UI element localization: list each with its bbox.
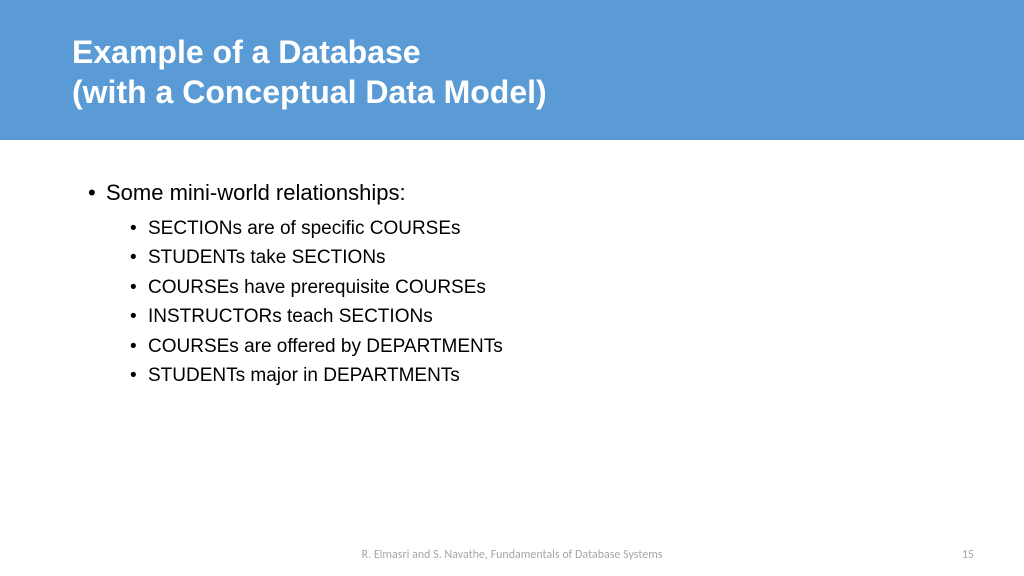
title-line-2: (with a Conceptual Data Model) [72,72,1024,112]
sub-bullet-item: COURSEs are offered by DEPARTMENTs [130,332,1024,361]
sub-bullet-item: INSTRUCTORs teach SECTIONs [130,302,1024,331]
sub-bullet-item: COURSEs have prerequisite COURSEs [130,273,1024,302]
main-bullet: Some mini-world relationships: [88,180,1024,206]
slide-footer: R. Elmasri and S. Navathe, Fundamentals … [0,548,1024,562]
title-line-1: Example of a Database [72,32,1024,72]
sub-bullet-item: STUDENTs take SECTIONs [130,243,1024,272]
sub-bullet-item: STUDENTs major in DEPARTMENTs [130,361,1024,390]
sub-bullet-item: SECTIONs are of specific COURSEs [130,214,1024,243]
slide-header: Example of a Database (with a Conceptual… [0,0,1024,140]
slide-content: Some mini-world relationships: SECTIONs … [0,140,1024,391]
sub-bullet-list: SECTIONs are of specific COURSEs STUDENT… [88,214,1024,391]
page-number: 15 [962,548,974,562]
footer-citation: R. Elmasri and S. Navathe, Fundamentals … [362,548,663,562]
